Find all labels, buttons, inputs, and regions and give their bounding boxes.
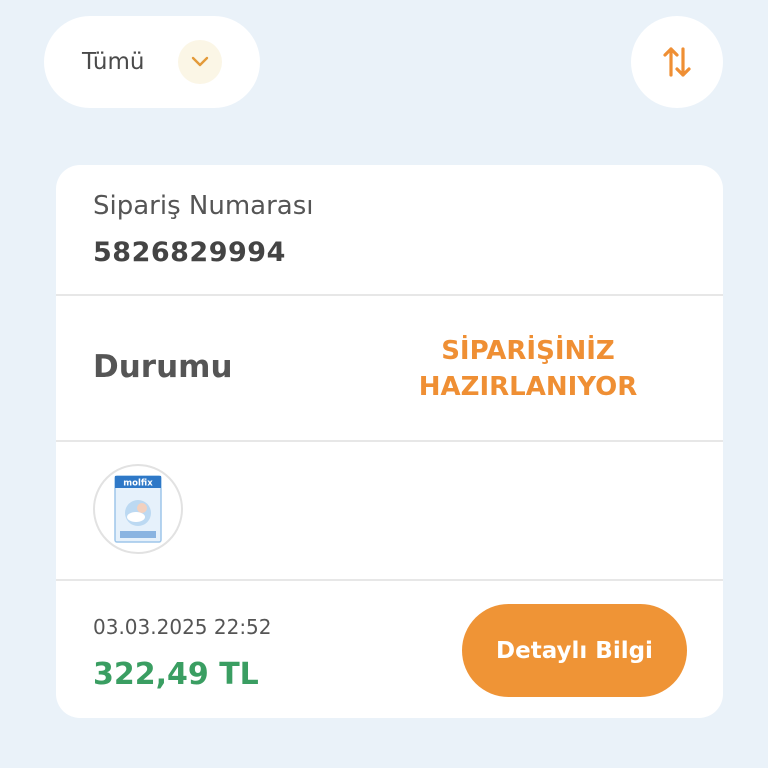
sort-arrows-icon [663, 47, 691, 77]
divider [56, 294, 723, 296]
detail-info-button[interactable]: Detaylı Bilgi [462, 604, 687, 697]
divider [56, 440, 723, 442]
divider [56, 579, 723, 581]
order-number: 5826829994 [93, 237, 286, 268]
status-label: Durumu [93, 349, 233, 385]
sort-button[interactable] [631, 16, 723, 108]
product-brand: molfix [123, 479, 153, 489]
order-date: 03.03.2025 22:52 [93, 615, 272, 639]
order-price: 322,49 TL [93, 657, 259, 692]
filter-dropdown[interactable]: Tümü [44, 16, 260, 108]
order-card: Sipariş Numarası 5826829994 Durumu SİPAR… [56, 165, 723, 718]
order-number-label: Sipariş Numarası [93, 191, 314, 221]
filter-label: Tümü [82, 49, 145, 75]
product-thumbnail[interactable]: molfix [93, 464, 183, 554]
product-image: molfix [114, 475, 162, 543]
status-value: SİPARİŞİNİZ HAZIRLANIYOR [418, 336, 638, 402]
chevron-down-icon [178, 40, 222, 84]
